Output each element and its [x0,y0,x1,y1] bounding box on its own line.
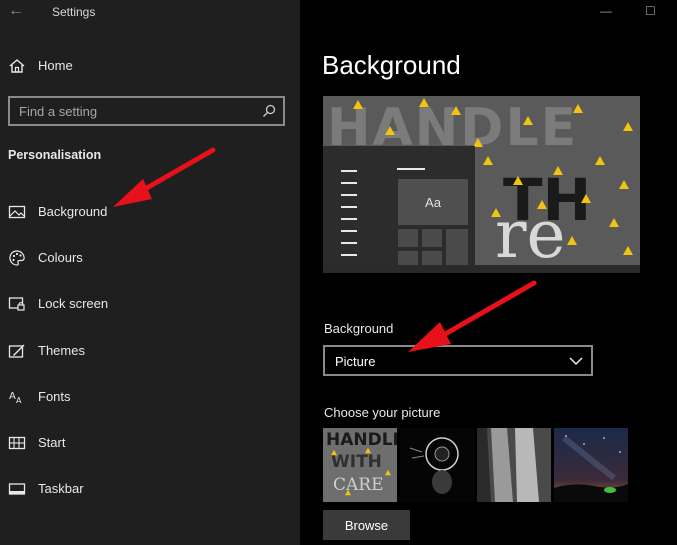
taskbar-icon [8,483,26,495]
background-type-value: Picture [335,354,376,369]
sidebar-item-label: Background [38,204,108,219]
home-icon [9,59,25,73]
maximize-icon[interactable]: ☐ [645,4,656,18]
sidebar-item-colours[interactable]: Colours [0,241,300,275]
home-nav-item[interactable]: Home [0,50,300,82]
sidebar-item-start[interactable]: Start [0,426,300,460]
picture-thumbnail[interactable]: HANDLE WITH CARE [323,428,397,502]
sidebar-item-background[interactable]: Background [0,195,300,229]
preview-tile-text: Aa [397,178,469,226]
search-box[interactable] [8,96,285,126]
sidebar-item-label: Fonts [38,389,71,404]
themes-icon [8,344,25,358]
picture-icon [8,205,26,219]
svg-text:A: A [16,396,22,405]
search-icon[interactable] [261,103,277,119]
background-type-select[interactable]: Picture [323,345,593,376]
svg-text:A: A [9,391,16,402]
main-panel: — ☐ Background HANDLE TH re Aa Backgroun… [300,0,677,545]
sidebar-item-label: Start [38,435,66,450]
chevron-down-icon [569,357,583,366]
picture-thumbnail[interactable] [400,428,474,502]
home-label: Home [38,58,73,73]
fonts-icon: A A [9,391,22,405]
picture-thumbnails: HANDLE WITH CARE [323,428,629,502]
sidebar-item-label: Taskbar [38,481,84,496]
preview-window-mock: Aa [323,146,475,273]
search-input[interactable] [10,98,250,124]
preview-image-text: re [495,196,566,273]
background-preview: HANDLE TH re Aa [323,96,640,273]
sidebar-item-taskbar[interactable]: Taskbar [0,472,300,506]
section-title: Personalisation [8,148,102,162]
picture-thumbnail[interactable] [477,428,551,502]
sidebar-item-themes[interactable]: Themes [0,334,300,368]
sidebar-item-lock-screen[interactable]: Lock screen [0,287,300,321]
sidebar-item-label: Lock screen [38,296,109,311]
sidebar-item-fonts[interactable]: A A Fonts [0,380,300,414]
background-type-label: Background [324,321,394,336]
choose-picture-label: Choose your picture [324,405,441,420]
back-arrow-icon[interactable]: ← [8,3,28,21]
palette-icon [9,250,25,266]
browse-button[interactable]: Browse [323,510,410,540]
picture-thumbnail[interactable] [554,428,628,502]
sidebar-item-label: Themes [38,343,85,358]
minimize-icon[interactable]: — [600,4,612,18]
title-bar: ← Settings [0,0,300,28]
lock-screen-icon [8,297,25,311]
app-title: Settings [52,5,96,19]
start-icon [8,436,26,450]
page-title: Background [322,50,461,80]
sidebar: ← Settings Home Personalisation Backgrou… [0,0,300,545]
sidebar-item-label: Colours [38,250,83,265]
